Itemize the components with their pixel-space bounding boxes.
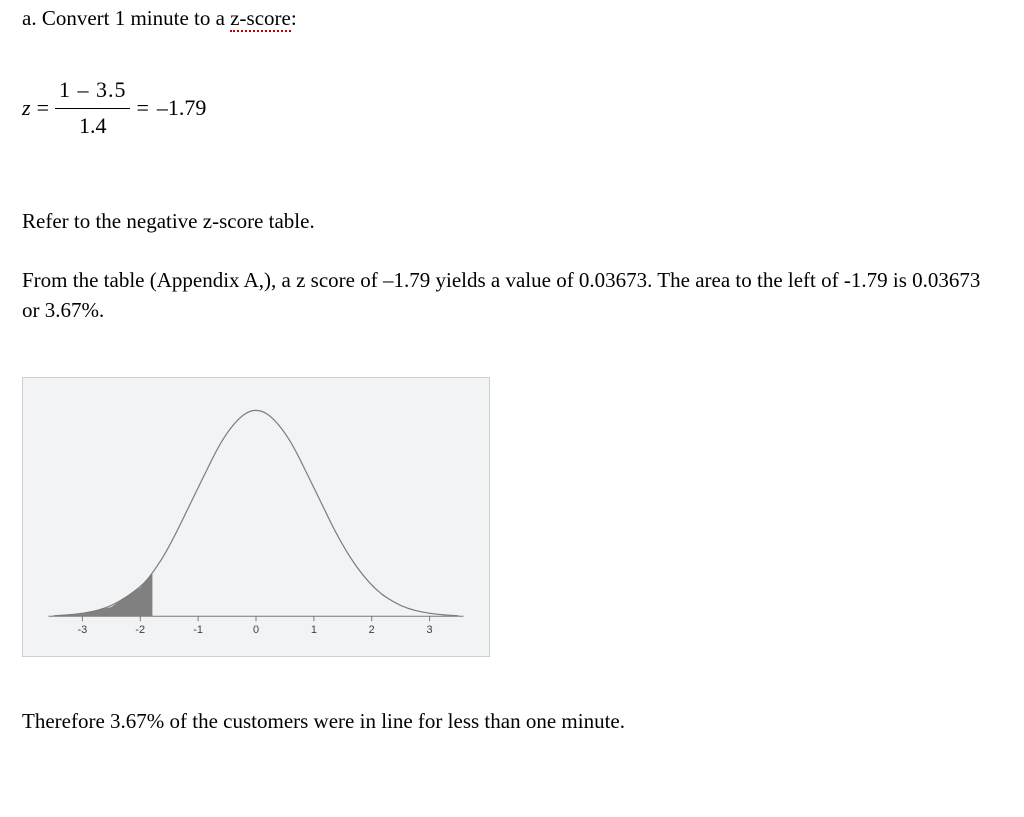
eq-numerator: 1 – 3.5	[55, 75, 131, 109]
conclusion-text: Therefore 3.67% of the customers were in…	[22, 707, 1002, 736]
svg-text:2: 2	[369, 624, 375, 636]
svg-text:-1: -1	[193, 624, 203, 636]
eq-variable: z	[22, 93, 31, 124]
svg-text:-2: -2	[135, 624, 145, 636]
svg-text:3: 3	[427, 624, 433, 636]
svg-text:-3: -3	[78, 624, 88, 636]
chart-svg: -3 -2 -1 0 1 2 3	[23, 378, 489, 656]
z-equation: z = 1 – 3.5 1.4 = –1.79	[22, 75, 1002, 142]
paragraph-table-result: From the table (Appendix A,), a z score …	[22, 266, 1002, 325]
heading-suffix: :	[291, 6, 297, 30]
eq-fraction: 1 – 3.5 1.4	[55, 75, 131, 142]
svg-text:0: 0	[253, 624, 259, 636]
question-heading: a. Convert 1 minute to a z-score:	[22, 4, 1002, 33]
normal-distribution-chart: -3 -2 -1 0 1 2 3	[22, 377, 490, 657]
heading-prefix: a. Convert 1 minute to a	[22, 6, 230, 30]
paragraph-refer: Refer to the negative z-score table.	[22, 207, 1002, 236]
eq-equals-1: =	[37, 93, 49, 124]
heading-zscore: z-score	[230, 6, 291, 32]
eq-equals-2: =	[136, 93, 148, 124]
eq-denominator: 1.4	[75, 109, 111, 142]
svg-text:1: 1	[311, 624, 317, 636]
eq-result: –1.79	[157, 93, 207, 124]
